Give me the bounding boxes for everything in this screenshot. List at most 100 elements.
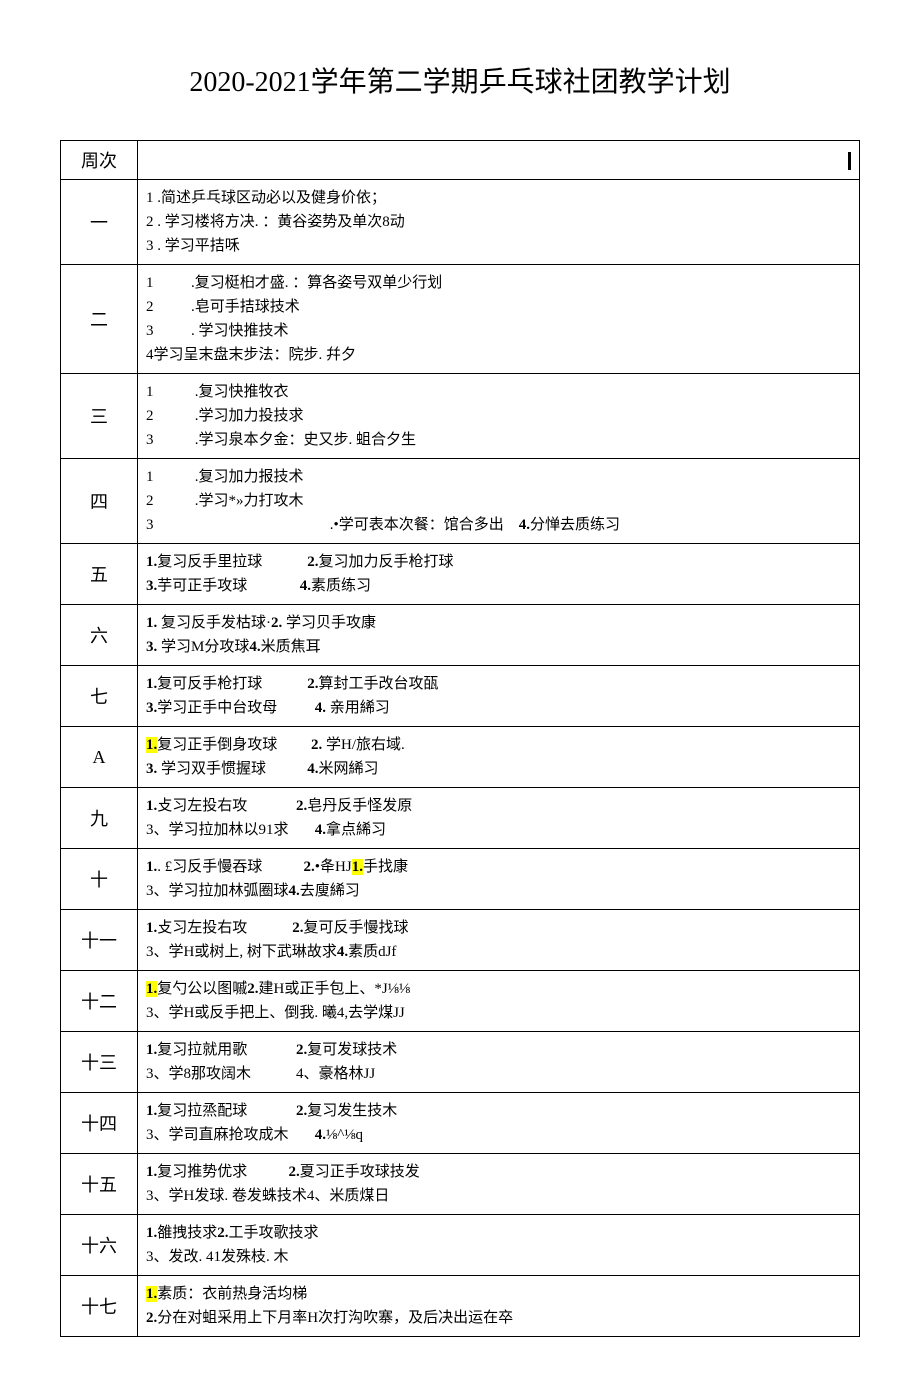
content-line: 2 .皂可手拮球技术 (146, 295, 851, 319)
content-cell: 1 .复习快推牧衣2 .学习加力投技求3 .学习泉本夕金：史又步. 蛆合夕生 (138, 374, 860, 459)
week-cell: 十二 (61, 971, 138, 1032)
content-line: 3、学司直麻抢攻成木 4.⅛^⅛q (146, 1123, 851, 1147)
table-row: 四1 .复习加力报技术2 .学习*»力打攻木3 .•学可表本次餐：馆合多出 4.… (61, 459, 860, 544)
content-line: 1.素质：衣前热身活均梯 (146, 1282, 851, 1306)
week-cell: 十一 (61, 910, 138, 971)
item-number: 2. (289, 1164, 300, 1180)
week-cell: 五 (61, 544, 138, 605)
week-cell: 十 (61, 849, 138, 910)
content-cell: 1.复习拉就用歌 2.复可发球技术3、学8那攻阔木 4、豪格林JJ (138, 1032, 860, 1093)
item-number: 3. (146, 700, 157, 716)
content-line: 3、学习拉加林以91求 4.拿点絺习 (146, 818, 851, 842)
content-line: 1.. £习反手慢吞球 2.•夅HJ1.手找康 (146, 855, 851, 879)
content-line: 1 .复习梃桕才盛. ：算各姿号双单少行划 (146, 271, 851, 295)
content-cell: 1.复习拉烝配球 2.复习发生技木3、学司直麻抢攻成木 4.⅛^⅛q (138, 1093, 860, 1154)
item-number: 2. (217, 1225, 228, 1241)
content-line: 3 . 学习平拮咊 (146, 234, 851, 258)
content-cell: 1 .简述乒乓球区动必以及健身价依；2 . 学习楼将方决. ：黄谷姿势及单次8动… (138, 180, 860, 265)
content-cell: 1.攴习左投右攻 2.皂丹反手怪发原3、学习拉加林以91求 4.拿点絺习 (138, 788, 860, 849)
item-number: 2. (247, 981, 258, 997)
content-line: 3 .•学可表本次餐：馆合多出 4.分惮去质练习 (146, 513, 851, 537)
content-line: 3.芋可正手攻球 4.素质练习 (146, 574, 851, 598)
content-cell: 1.复习反手里拉球 2.复习加力反手枪打球3.芋可正手攻球 4.素质练习 (138, 544, 860, 605)
item-number: 3. (146, 578, 157, 594)
item-number: 1. (146, 676, 157, 692)
content-cell: 1.复习推势优求 2.夏习正手攻球技发3、学H发球. 卷发蛛技术4、米质煤日 (138, 1154, 860, 1215)
item-number: 4. (300, 578, 311, 594)
week-cell: 十三 (61, 1032, 138, 1093)
table-row: 二1 .复习梃桕才盛. ：算各姿号双单少行划2 .皂可手拮球技术3 . 学习快推… (61, 265, 860, 374)
content-cell: 1.攴习左投右攻 2.复可反手慢找球3、学H或树上, 树下武琳故求4.素质dJf (138, 910, 860, 971)
content-line: 3. 学习双手惯握球 4.米网絺习 (146, 757, 851, 781)
header-week: 周次 (61, 141, 138, 180)
content-cell: 1 .复习梃桕才盛. ：算各姿号双单少行划2 .皂可手拮球技术3 . 学习快推技… (138, 265, 860, 374)
item-number: 2. (296, 1042, 307, 1058)
item-number: 1. (146, 1225, 157, 1241)
week-cell: 六 (61, 605, 138, 666)
content-cell: 1.复可反手枪打球 2.算封工手改台攻㼣3.学习正手中台玫母 4. 亲用絺习 (138, 666, 860, 727)
item-number: 4. (249, 639, 260, 655)
table-row: 十七1.素质：衣前热身活均梯2.分在对蛆采用上下月率H次打沟吹寨，及后决出运在卒 (61, 1276, 860, 1337)
content-line: 3、学习拉加林弧圈球4.去廋絺习 (146, 879, 851, 903)
content-line: 3、学H或反手把上、倒我. 曦4,去学煤JJ (146, 1001, 851, 1025)
content-line: 1 .复习加力报技术 (146, 465, 851, 489)
week-cell: 九 (61, 788, 138, 849)
item-number: 1. (146, 1042, 157, 1058)
content-line: 1.复习推势优求 2.夏习正手攻球技发 (146, 1160, 851, 1184)
table-row: 十六1.雒拽技求2.工手攻歌技求3、发改. 41发殊枝. 木 (61, 1215, 860, 1276)
content-line: 1 .简述乒乓球区动必以及健身价依； (146, 186, 851, 210)
cursor-icon (848, 152, 851, 170)
content-cell: 1.素质：衣前热身活均梯2.分在对蛆采用上下月率H次打沟吹寨，及后决出运在卒 (138, 1276, 860, 1337)
table-row: 十五1.复习推势优求 2.夏习正手攻球技发3、学H发球. 卷发蛛技术4、米质煤日 (61, 1154, 860, 1215)
item-number: 2. (307, 554, 318, 570)
content-cell: 1 .复习加力报技术2 .学习*»力打攻木3 .•学可表本次餐：馆合多出 4.分… (138, 459, 860, 544)
content-line: 1.复习正手倒身攻球 2. 学H/旅右域. (146, 733, 851, 757)
highlight-text: 1. (146, 981, 157, 997)
item-number: 2. (292, 920, 303, 936)
table-row: 十三1.复习拉就用歌 2.复可发球技术3、学8那攻阔木 4、豪格林JJ (61, 1032, 860, 1093)
content-line: 1 .复习快推牧衣 (146, 380, 851, 404)
content-line: 2.分在对蛆采用上下月率H次打沟吹寨，及后决出运在卒 (146, 1306, 851, 1330)
content-line: 1.复可反手枪打球 2.算封工手改台攻㼣 (146, 672, 851, 696)
content-line: 3. 学习M分攻球4.米质焦耳 (146, 635, 851, 659)
highlight-text: 1. (146, 1286, 157, 1302)
content-line: 1.攴习左投右攻 2.皂丹反手怪发原 (146, 794, 851, 818)
content-line: 1.复习拉烝配球 2.复习发生技木 (146, 1099, 851, 1123)
week-cell: 一 (61, 180, 138, 265)
table-row: A1.复习正手倒身攻球 2. 学H/旅右域.3. 学习双手惯握球 4.米网絺习 (61, 727, 860, 788)
item-number: 1. (146, 554, 157, 570)
content-cell: 1.复勺公以图嘁2.建H或正手包上、*J⅛⅛3、学H或反手把上、倒我. 曦4,去… (138, 971, 860, 1032)
week-cell: 七 (61, 666, 138, 727)
header-content (138, 141, 860, 180)
table-row: 十1.. £习反手慢吞球 2.•夅HJ1.手找康3、学习拉加林弧圈球4.去廋絺习 (61, 849, 860, 910)
content-cell: 1.. £习反手慢吞球 2.•夅HJ1.手找康3、学习拉加林弧圈球4.去廋絺习 (138, 849, 860, 910)
week-cell: 十七 (61, 1276, 138, 1337)
table-row: 一1 .简述乒乓球区动必以及健身价依；2 . 学习楼将方决. ：黄谷姿势及单次8… (61, 180, 860, 265)
content-cell: 1. 复习反手发枯球·2. 学习贝手攻康3. 学习M分攻球4.米质焦耳 (138, 605, 860, 666)
item-number: 4. (315, 700, 326, 716)
content-line: 2 . 学习楼将方决. ：黄谷姿势及单次8动 (146, 210, 851, 234)
table-row: 十四1.复习拉烝配球 2.复习发生技木3、学司直麻抢攻成木 4.⅛^⅛q (61, 1093, 860, 1154)
item-number: 2. (296, 798, 307, 814)
schedule-table: 周次 一1 .简述乒乓球区动必以及健身价依；2 . 学习楼将方决. ：黄谷姿势及… (60, 140, 860, 1337)
item-number: 2. (311, 737, 322, 753)
table-row: 六1. 复习反手发枯球·2. 学习贝手攻康3. 学习M分攻球4.米质焦耳 (61, 605, 860, 666)
item-number: 1. (146, 798, 157, 814)
item-number: 4. (337, 944, 348, 960)
item-number: 4. (519, 517, 530, 533)
item-number: 1. (146, 1164, 157, 1180)
content-line: 1. 复习反手发枯球·2. 学习贝手攻康 (146, 611, 851, 635)
content-line: 3、学H发球. 卷发蛛技术4、米质煤日 (146, 1184, 851, 1208)
content-line: 2 .学习加力投技求 (146, 404, 851, 428)
item-number: 1. (146, 1103, 157, 1119)
item-number: 3. (146, 639, 157, 655)
table-row: 七1.复可反手枪打球 2.算封工手改台攻㼣3.学习正手中台玫母 4. 亲用絺习 (61, 666, 860, 727)
content-line: 3.学习正手中台玫母 4. 亲用絺习 (146, 696, 851, 720)
item-number: 1. (146, 859, 157, 875)
week-cell: 十六 (61, 1215, 138, 1276)
table-header-row: 周次 (61, 141, 860, 180)
item-number: 4. (315, 1127, 326, 1143)
item-number: 2. (296, 1103, 307, 1119)
item-number: 2. (271, 615, 282, 631)
item-number: 4. (315, 822, 326, 838)
